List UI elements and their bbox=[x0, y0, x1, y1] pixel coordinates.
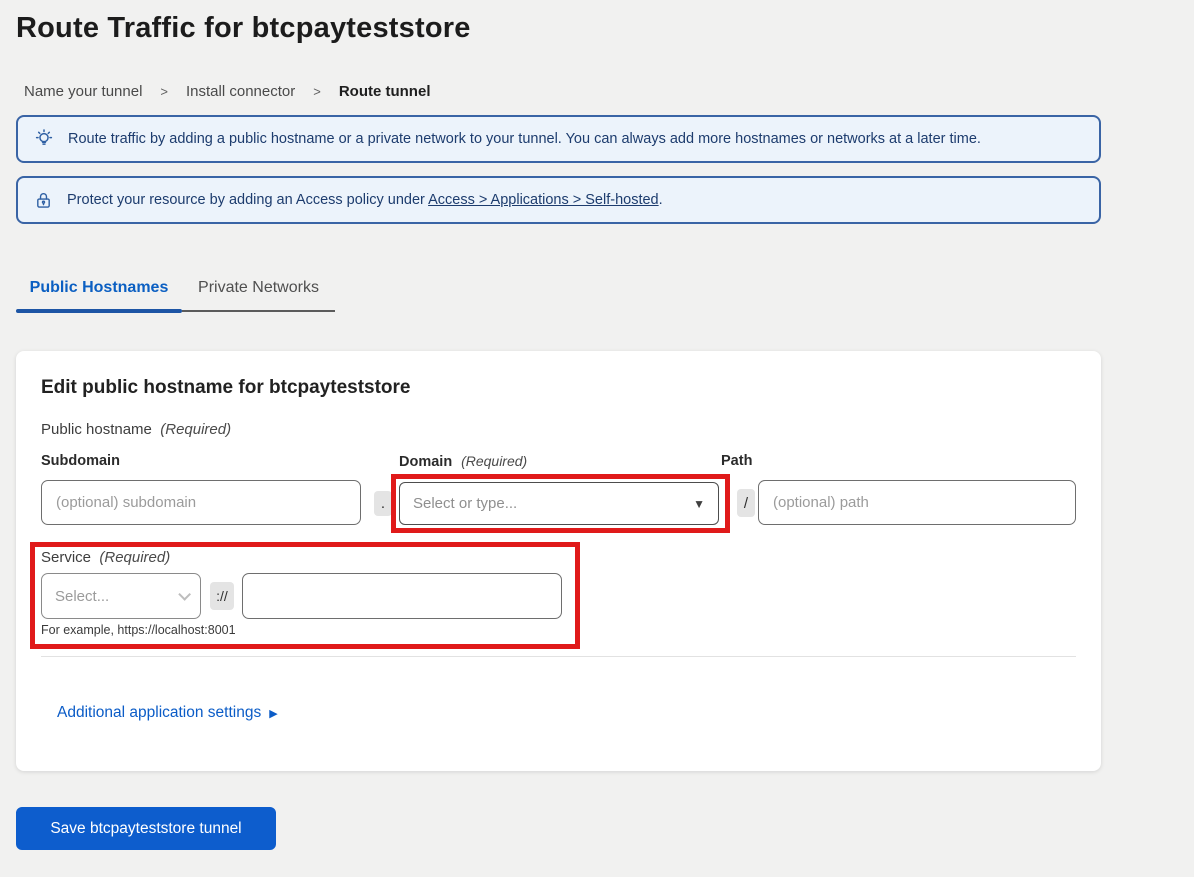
lightbulb-icon bbox=[33, 128, 55, 150]
service-label: Service (Required) bbox=[41, 549, 170, 566]
caret-down-icon: ▼ bbox=[693, 497, 705, 511]
scheme-separator: :// bbox=[210, 582, 234, 610]
public-hostname-group-label: Public hostname (Required) bbox=[41, 421, 231, 438]
triangle-right-icon: ▶ bbox=[269, 707, 277, 720]
breadcrumb-separator: > bbox=[160, 84, 168, 99]
breadcrumb-name-your-tunnel[interactable]: Name your tunnel bbox=[24, 83, 142, 100]
domain-select-placeholder: Select or type... bbox=[413, 495, 517, 512]
section-divider bbox=[41, 656, 1076, 657]
service-url-input[interactable] bbox=[242, 573, 562, 619]
domain-label-text: Domain bbox=[399, 454, 452, 470]
active-tab-indicator bbox=[16, 309, 182, 313]
slash-separator: / bbox=[737, 489, 755, 517]
domain-required-label: (Required) bbox=[461, 453, 527, 469]
tab-public-hostnames[interactable]: Public Hostnames bbox=[16, 279, 182, 309]
service-example-hint: For example, https://localhost:8001 bbox=[41, 623, 236, 637]
access-policy-link[interactable]: Access > Applications > Self-hosted bbox=[428, 192, 659, 208]
domain-label: Domain (Required) bbox=[399, 453, 527, 471]
service-required-label: (Required) bbox=[99, 549, 170, 566]
breadcrumb-separator: > bbox=[313, 84, 321, 99]
additional-settings-label: Additional application settings bbox=[57, 704, 261, 722]
additional-settings-link[interactable]: Additional application settings ▶ bbox=[57, 704, 278, 722]
breadcrumb: Name your tunnel > Install connector > R… bbox=[24, 83, 1194, 100]
tab-underline-track bbox=[16, 309, 1194, 313]
save-tunnel-button[interactable]: Save btcpayteststore tunnel bbox=[16, 807, 276, 850]
page-title: Route Traffic for btcpayteststore bbox=[16, 12, 1194, 45]
tab-private-networks[interactable]: Private Networks bbox=[182, 279, 335, 309]
edit-public-hostname-card: Edit public hostname for btcpayteststore… bbox=[16, 351, 1101, 771]
service-select-placeholder: Select... bbox=[55, 588, 109, 605]
lock-icon bbox=[33, 190, 54, 211]
public-hostname-label-text: Public hostname bbox=[41, 421, 152, 438]
domain-select[interactable]: Select or type... ▼ bbox=[399, 482, 719, 525]
tip-banner: Route traffic by adding a public hostnam… bbox=[16, 115, 1101, 163]
access-banner-text: Protect your resource by adding an Acces… bbox=[67, 192, 663, 208]
subdomain-input[interactable] bbox=[41, 480, 361, 525]
access-banner-text-before: Protect your resource by adding an Acces… bbox=[67, 192, 428, 208]
service-type-select[interactable]: Select... bbox=[41, 573, 201, 619]
access-banner: Protect your resource by adding an Acces… bbox=[16, 176, 1101, 224]
inactive-tab-track bbox=[182, 310, 335, 312]
service-label-text: Service bbox=[41, 549, 91, 566]
chevron-down-icon bbox=[178, 588, 191, 601]
public-hostname-required-label: (Required) bbox=[160, 421, 231, 438]
path-label: Path bbox=[721, 453, 752, 469]
card-heading: Edit public hostname for btcpayteststore bbox=[41, 377, 411, 399]
access-banner-text-after: . bbox=[659, 192, 663, 208]
tip-banner-text: Route traffic by adding a public hostnam… bbox=[68, 131, 981, 147]
breadcrumb-route-tunnel: Route tunnel bbox=[339, 83, 431, 100]
path-input[interactable] bbox=[758, 480, 1076, 525]
subdomain-label: Subdomain bbox=[41, 453, 120, 469]
tab-bar: Public Hostnames Private Networks bbox=[16, 279, 1194, 309]
breadcrumb-install-connector[interactable]: Install connector bbox=[186, 83, 295, 100]
dot-separator: . bbox=[374, 491, 392, 516]
